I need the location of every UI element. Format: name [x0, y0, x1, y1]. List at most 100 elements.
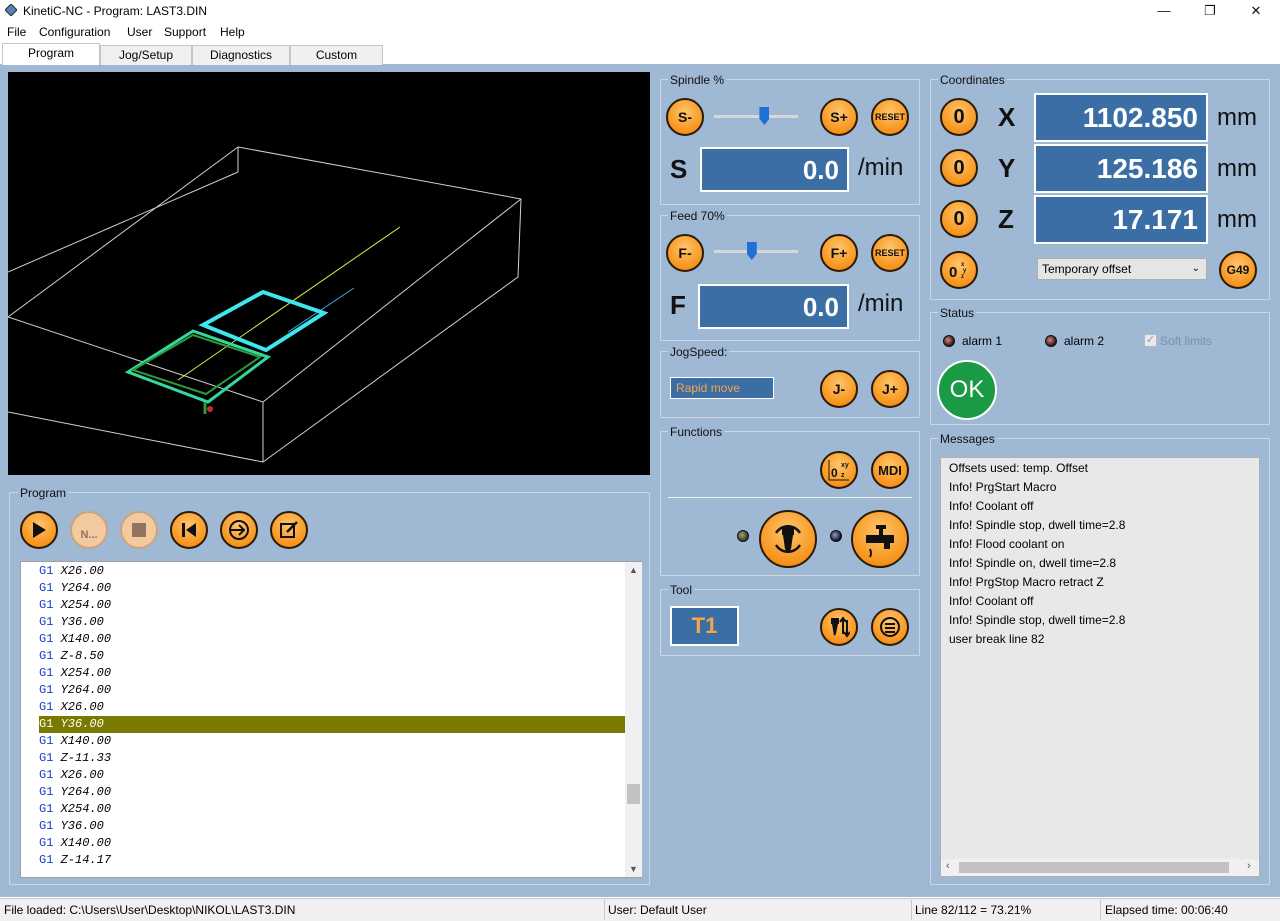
code-line[interactable]: G1 X254.00: [39, 665, 626, 682]
code-line[interactable]: G1 X140.00: [39, 733, 626, 750]
status-divider: [604, 900, 605, 920]
code-line[interactable]: G1 Z-14.17: [39, 852, 626, 869]
spindle-reset-button[interactable]: RESET: [871, 98, 909, 136]
menu-user[interactable]: User: [127, 25, 152, 39]
code-line[interactable]: G1 X26.00: [39, 563, 626, 580]
close-button[interactable]: ✕: [1233, 0, 1279, 22]
tab-jog-setup[interactable]: Jog/Setup: [100, 45, 192, 66]
tool-change-button[interactable]: [820, 608, 858, 646]
zero-z-button[interactable]: 0: [940, 200, 978, 238]
zero-xyz-button[interactable]: 0xyz: [940, 251, 978, 289]
code-line[interactable]: G1 X26.00: [39, 699, 626, 716]
toolpath-viewport[interactable]: [8, 72, 650, 475]
gcode-word: G1: [39, 734, 54, 748]
tool-table-button[interactable]: [871, 608, 909, 646]
gcode-args: Y36.00: [53, 819, 104, 833]
menu-configuration[interactable]: Configuration: [39, 25, 110, 39]
jog-plus-button[interactable]: J+: [871, 370, 909, 408]
gcode-word: G1: [39, 666, 54, 680]
spindle-toggle-button[interactable]: [759, 510, 817, 568]
code-line[interactable]: G1 X26.00: [39, 767, 626, 784]
editor-scrollbar[interactable]: ▲ ▼: [625, 562, 642, 877]
svg-text:z: z: [961, 274, 964, 280]
code-line[interactable]: G1 X254.00: [39, 597, 626, 614]
tab-diagnostics[interactable]: Diagnostics: [192, 45, 290, 66]
spindle-minus-button[interactable]: S-: [666, 98, 704, 136]
alarm2-label: alarm 2: [1064, 334, 1105, 348]
zero-y-button[interactable]: 0: [940, 149, 978, 187]
feed-minus-button[interactable]: F-: [666, 234, 704, 272]
spindle-slider[interactable]: [714, 115, 798, 118]
window-title: KinetiC-NC - Program: LAST3.DIN: [23, 4, 208, 18]
mdi-button[interactable]: MDI: [871, 451, 909, 489]
tool-change-icon: [831, 616, 850, 638]
play-icon: [33, 522, 46, 538]
code-line[interactable]: G1 Y264.00: [39, 784, 626, 801]
program-editor[interactable]: G1 X26.00 G1 Y264.00 G1 X254.00 G1 Y36.00 G1…: [20, 561, 642, 878]
gcode-args: Y36.00: [53, 717, 104, 731]
goto-line-button[interactable]: [220, 511, 258, 549]
scroll-thumb[interactable]: [627, 784, 640, 804]
message-line: Info! Flood coolant on: [949, 537, 1065, 551]
zero-x-label: 0: [953, 105, 965, 128]
code-line[interactable]: G1 Y264.00: [39, 580, 626, 597]
status-user: User: Default User: [608, 903, 707, 917]
soft-limits-checkbox[interactable]: ✓: [1144, 334, 1157, 347]
rewind-button[interactable]: [170, 511, 208, 549]
offset-select[interactable]: Temporary offset ⌄: [1037, 258, 1207, 280]
code-line[interactable]: G1 Y264.00: [39, 682, 626, 699]
code-line[interactable]: G1 X140.00: [39, 835, 626, 852]
feed-label: Feed 70%: [668, 209, 727, 223]
x-unit: mm: [1217, 104, 1257, 131]
menu-support[interactable]: Support: [164, 25, 206, 39]
tab-program[interactable]: Program: [2, 43, 100, 66]
feed-minus-label: F-: [678, 245, 692, 261]
menu-help[interactable]: Help: [220, 25, 245, 39]
gcode-word: G1: [39, 853, 54, 867]
maximize-button[interactable]: ❐: [1187, 0, 1233, 22]
scroll-down-icon[interactable]: ▼: [629, 864, 638, 874]
status-file: File loaded: C:\Users\User\Desktop\NIKOL…: [4, 903, 296, 917]
code-line[interactable]: G1 Z-11.33: [39, 750, 626, 767]
scroll-right-icon[interactable]: ›: [1247, 860, 1251, 872]
g49-button[interactable]: G49: [1219, 251, 1257, 289]
gcode-args: Z-8.50: [53, 649, 104, 663]
scroll-up-icon[interactable]: ▲: [629, 565, 638, 575]
spindle-plus-button[interactable]: S+: [820, 98, 858, 136]
gcode-word: G1: [39, 598, 54, 612]
gcode-word: G1: [39, 836, 54, 850]
gcode-args: Y264.00: [53, 581, 112, 595]
minimize-button[interactable]: —: [1141, 0, 1187, 22]
jog-minus-button[interactable]: J-: [820, 370, 858, 408]
code-line[interactable]: G1 X254.00: [39, 801, 626, 818]
zero-x-button[interactable]: 0: [940, 98, 978, 136]
gcode-word: G1: [39, 581, 54, 595]
tab-custom[interactable]: Custom: [290, 45, 383, 66]
coolant-toggle-button[interactable]: [851, 510, 909, 568]
jog-mode-field[interactable]: Rapid move: [670, 377, 774, 399]
code-line[interactable]: G1 Y36.00: [39, 818, 626, 835]
program-group-label: Program: [18, 486, 69, 500]
feed-reset-button[interactable]: RESET: [871, 234, 909, 272]
feed-plus-button[interactable]: F+: [820, 234, 858, 272]
zero-all-button[interactable]: 0 xy z: [820, 451, 858, 489]
run-button[interactable]: [20, 511, 58, 549]
messages-hscrollbar[interactable]: ‹ ›: [941, 859, 1259, 876]
soft-limits-label: Soft limits: [1160, 334, 1213, 348]
gcode-word: G1: [39, 700, 54, 714]
goto-icon: [229, 520, 249, 540]
code-line[interactable]: G1 Z-8.50: [39, 648, 626, 665]
functions-label: Functions: [668, 425, 725, 439]
gcode-args: Y264.00: [53, 683, 112, 697]
mdi-label: MDI: [878, 462, 902, 478]
code-line-current[interactable]: G1 Y36.00: [39, 716, 626, 733]
code-line[interactable]: G1 X140.00: [39, 631, 626, 648]
messages-list[interactable]: Offsets used: temp. Offset Info! PrgStart…: [940, 457, 1260, 877]
code-line[interactable]: G1 Y36.00: [39, 614, 626, 631]
edit-program-button[interactable]: [270, 511, 308, 549]
menu-file[interactable]: File: [7, 25, 26, 39]
gcode-args: X26.00: [53, 564, 104, 578]
next-label: N...: [80, 529, 98, 541]
scroll-left-icon[interactable]: ‹: [946, 860, 950, 872]
messages-hscroll-thumb[interactable]: [959, 862, 1229, 873]
